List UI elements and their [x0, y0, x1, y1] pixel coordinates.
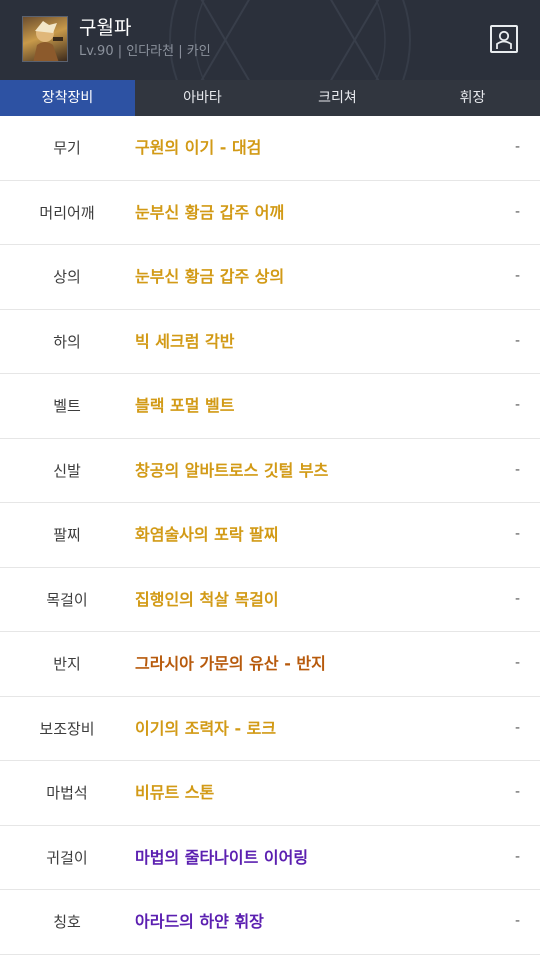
character-meta: Lv.90 | 인다라천 | 카인: [79, 44, 211, 59]
item-name[interactable]: 비뮤트 스톤: [135, 761, 214, 825]
tab-equipped[interactable]: 장착장비: [0, 80, 135, 116]
item-name[interactable]: 눈부신 황금 갑주 어깨: [135, 181, 284, 245]
equipment-row[interactable]: 마법석 비뮤트 스톤 -: [0, 761, 540, 826]
item-value: -: [514, 526, 520, 542]
slot-label: 목걸이: [46, 590, 88, 609]
item-value: -: [514, 719, 520, 736]
slot-label: 벨트: [53, 397, 81, 415]
slot-label: 반지: [53, 655, 81, 673]
item-name[interactable]: 구원의 이기 - 대검: [135, 116, 261, 180]
item-name[interactable]: 눈부신 황금 갑주 상의: [135, 245, 284, 309]
item-value: -: [514, 203, 520, 220]
item-value: -: [514, 655, 520, 671]
profile-icon[interactable]: [490, 25, 518, 53]
item-name[interactable]: 아라드의 하얀 휘장: [135, 890, 264, 954]
tab-emblem[interactable]: 휘장: [405, 80, 540, 116]
item-name[interactable]: 빅 세크럼 각반: [135, 310, 234, 374]
slot-label: 머리어깨: [39, 203, 95, 222]
slot-label: 무기: [53, 139, 81, 157]
equipment-row[interactable]: 신발 창공의 알바트로스 깃털 부츠 -: [0, 439, 540, 503]
item-value: -: [514, 268, 520, 284]
tab-avatar[interactable]: 아바타: [135, 80, 270, 116]
equipment-row[interactable]: 팔찌 화염술사의 포락 팔찌 -: [0, 503, 540, 568]
equipment-row[interactable]: 귀걸이 마법의 줄타나이트 이어링 -: [0, 826, 540, 890]
equipment-tabs: 장착장비 아바타 크리쳐 휘장: [0, 80, 540, 116]
slot-label: 귀걸이: [46, 848, 88, 867]
item-name[interactable]: 그라시아 가문의 유산 - 반지: [135, 632, 326, 696]
character-name: 구월파: [79, 17, 132, 39]
slot-label: 상의: [53, 268, 81, 286]
item-value: -: [514, 397, 520, 413]
equipment-row[interactable]: 보조장비 이기의 조력자 - 로크 -: [0, 697, 540, 761]
slot-label: 보조장비: [39, 719, 95, 738]
slot-label: 신발: [53, 461, 81, 480]
item-value: -: [514, 913, 520, 929]
equipment-row[interactable]: 머리어깨 눈부신 황금 갑주 어깨 -: [0, 181, 540, 245]
equipment-row[interactable]: 상의 눈부신 황금 갑주 상의 -: [0, 245, 540, 310]
item-name[interactable]: 집행인의 척살 목걸이: [135, 568, 279, 632]
item-name[interactable]: 창공의 알바트로스 깃털 부츠: [135, 439, 328, 503]
item-value: -: [514, 784, 520, 800]
item-value: -: [514, 461, 520, 478]
item-name[interactable]: 이기의 조력자 - 로크: [135, 697, 276, 761]
item-name[interactable]: 마법의 줄타나이트 이어링: [135, 826, 308, 890]
slot-label: 칭호: [53, 913, 81, 931]
tab-creature[interactable]: 크리쳐: [270, 80, 405, 116]
slot-label: 하의: [53, 332, 81, 351]
equipment-row[interactable]: 칭호 아라드의 하얀 휘장 -: [0, 890, 540, 955]
equipment-row[interactable]: 하의 빅 세크럼 각반 -: [0, 310, 540, 374]
equipment-list: 무기 구원의 이기 - 대검 - 머리어깨 눈부신 황금 갑주 어깨 - 상의 …: [0, 116, 540, 955]
item-value: -: [514, 590, 520, 607]
equipment-row[interactable]: 반지 그라시아 가문의 유산 - 반지 -: [0, 632, 540, 697]
equipment-row[interactable]: 벨트 블랙 포멀 벨트 -: [0, 374, 540, 439]
item-name[interactable]: 블랙 포멀 벨트: [135, 374, 234, 438]
item-name[interactable]: 화염술사의 포락 팔찌: [135, 503, 279, 567]
slot-label: 팔찌: [53, 526, 81, 544]
item-value: -: [514, 848, 520, 865]
character-avatar[interactable]: [22, 16, 68, 62]
equipment-row[interactable]: 무기 구원의 이기 - 대검 -: [0, 116, 540, 181]
character-header: 구월파 Lv.90 | 인다라천 | 카인: [0, 0, 540, 80]
item-value: -: [514, 139, 520, 155]
equipment-row[interactable]: 목걸이 집행인의 척살 목걸이 -: [0, 568, 540, 632]
slot-label: 마법석: [46, 784, 88, 802]
item-value: -: [514, 332, 520, 349]
